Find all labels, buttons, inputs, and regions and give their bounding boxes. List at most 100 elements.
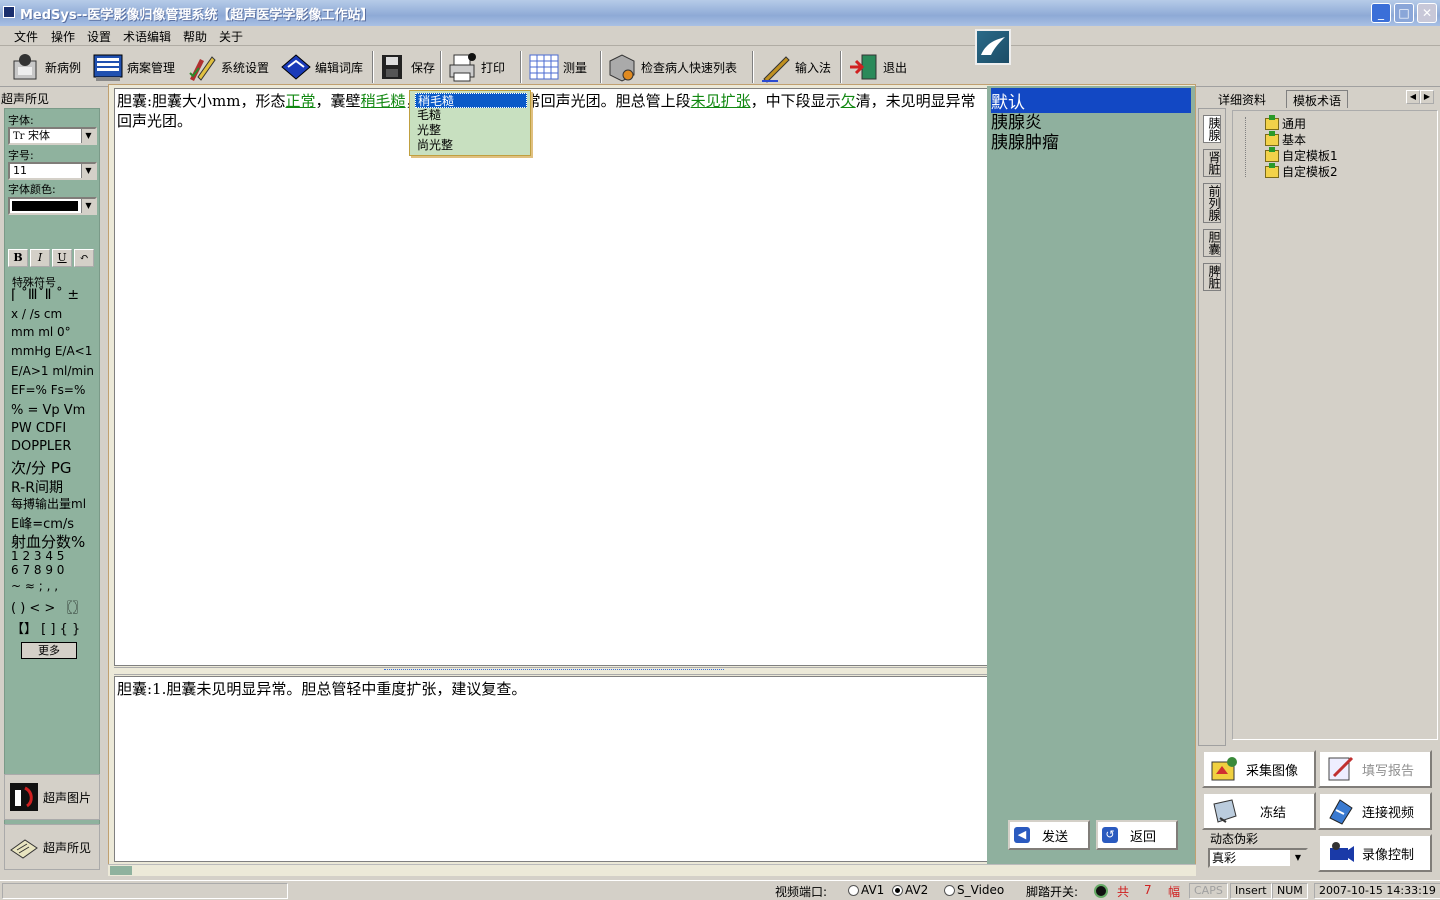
- freeze-button[interactable]: 冻结: [1202, 792, 1316, 830]
- send-button[interactable]: ◀ 发送: [1008, 820, 1090, 850]
- maximize-button[interactable]: □: [1394, 3, 1414, 23]
- radio-av1[interactable]: AV1: [848, 883, 884, 897]
- new-case-button[interactable]: 新病例: [10, 49, 81, 85]
- popup-option[interactable]: 稍毛糙: [415, 93, 527, 108]
- symbol-row[interactable]: 1 2 3 4 5: [11, 549, 64, 563]
- horizontal-scrollbar[interactable]: [108, 864, 1196, 876]
- symbol-row[interactable]: 6 7 8 9 0: [11, 563, 64, 577]
- symbol-row[interactable]: x / /s cm: [11, 307, 62, 321]
- symbol-row[interactable]: EF=% Fs=%: [11, 383, 85, 397]
- symbol-row[interactable]: mm ml 0°: [11, 325, 71, 339]
- menu-term-edit[interactable]: 术语编辑: [121, 28, 173, 45]
- popup-option[interactable]: 尚光整: [415, 138, 527, 153]
- nav-ultrasound-findings[interactable]: 超声所见: [4, 824, 100, 870]
- tab-details[interactable]: 详细资料: [1212, 90, 1272, 108]
- pedal-label: 脚踏开关:: [1026, 885, 1079, 899]
- term-keyword[interactable]: 未见扩张: [691, 92, 751, 110]
- tree-item[interactable]: 自定模板2: [1265, 162, 1338, 180]
- term-keyword[interactable]: 欠: [841, 92, 856, 110]
- symbol-row[interactable]: E/A>1 ml/min: [11, 364, 94, 378]
- dictionary-button[interactable]: 编辑词库: [280, 49, 363, 85]
- radio-av2[interactable]: AV2: [892, 883, 928, 897]
- tree-label: 自定模板1: [1282, 149, 1338, 163]
- symbol-row[interactable]: 次/分 PG: [11, 457, 72, 478]
- print-button[interactable]: 打印: [446, 49, 505, 85]
- menu-file[interactable]: 文件: [12, 28, 40, 45]
- editor-splitter[interactable]: [114, 667, 988, 675]
- menu-about[interactable]: 关于: [217, 28, 245, 45]
- exit-button[interactable]: 退出: [848, 49, 907, 85]
- tab-prostate[interactable]: 前列腺: [1203, 183, 1221, 223]
- tab-template-terms[interactable]: 模板术语: [1286, 90, 1349, 108]
- underline-button[interactable]: U: [52, 249, 72, 267]
- symbol-row[interactable]: mmHg E/A<1: [11, 344, 92, 358]
- app-logo: [975, 29, 1011, 65]
- patient-list-button[interactable]: 检查病人快速列表: [606, 49, 737, 85]
- italic-button[interactable]: I: [30, 249, 50, 267]
- tab-scroll-right-icon[interactable]: ▶: [1420, 90, 1434, 104]
- app-icon[interactable]: [3, 6, 15, 18]
- symbol-row[interactable]: % = Vp Vm: [11, 403, 85, 418]
- save-button[interactable]: 保存: [376, 49, 435, 85]
- report-label: 填写报告: [1362, 763, 1415, 779]
- size-select[interactable]: 11 ▼: [8, 162, 97, 180]
- font-select[interactable]: Tr 宋体 ▼: [8, 127, 97, 145]
- term-keyword[interactable]: 稍毛糙: [361, 92, 406, 110]
- symbol-row[interactable]: 【】 [ ] { }: [11, 618, 80, 637]
- back-button[interactable]: ↺ 返回: [1096, 820, 1178, 850]
- more-symbols-button[interactable]: 更多: [21, 642, 77, 659]
- tab-scroll-left-icon[interactable]: ◀: [1406, 90, 1420, 104]
- findings-editor[interactable]: 胆囊:胆囊大小mm，形态正常，囊壁稍毛糙，囊内未见明显异常回声光团。胆总管上段未…: [114, 88, 988, 666]
- freeze-icon: [1213, 799, 1237, 823]
- close-button[interactable]: ✕: [1417, 3, 1437, 23]
- tab-gallbladder[interactable]: 胆囊: [1203, 229, 1221, 257]
- radio-svideo[interactable]: S_Video: [944, 883, 1004, 897]
- color-select[interactable]: ▼: [8, 197, 97, 215]
- findings-segment: ，中下段显示: [750, 92, 841, 110]
- symbol-row[interactable]: DOPPLER: [11, 439, 71, 454]
- measure-button[interactable]: 测量: [528, 49, 587, 85]
- organ-tabs: 胰腺 肾脏 前列腺 胆囊 脾脏: [1198, 108, 1226, 746]
- findings-text[interactable]: 胆囊:胆囊大小mm，形态正常，囊壁稍毛糙，囊内未见明显异常回声光团。胆总管上段未…: [117, 91, 977, 131]
- tab-pancreas[interactable]: 胰腺: [1203, 115, 1221, 143]
- capture-image-button[interactable]: 采集图像: [1202, 750, 1316, 788]
- scroll-thumb[interactable]: [110, 866, 132, 875]
- menu-help[interactable]: 帮助: [181, 28, 209, 45]
- record-control-button[interactable]: 录像控制: [1318, 834, 1432, 872]
- symbol-row[interactable]: E峰=cm/s: [11, 513, 74, 532]
- term-keyword[interactable]: 正常: [286, 92, 316, 110]
- tab-kidney[interactable]: 肾脏: [1203, 149, 1221, 177]
- records-button[interactable]: 病案管理: [92, 49, 175, 85]
- ime-button[interactable]: 输入法: [760, 49, 831, 85]
- conclusion-editor[interactable]: 胆囊:1.胆囊未见明显异常。胆总管轻中重度扩张，建议复查。: [114, 676, 988, 862]
- popup-option[interactable]: 光整: [415, 123, 527, 138]
- symbol-row[interactable]: ⌈ ˚ⅢˇⅡ ˚ ±: [11, 287, 79, 303]
- undo-button[interactable]: ↶: [74, 249, 94, 267]
- connect-video-button[interactable]: 连接视频: [1318, 792, 1432, 830]
- write-report-button[interactable]: 填写报告: [1318, 750, 1432, 788]
- term-item[interactable]: 胰腺肿瘤: [991, 128, 1191, 153]
- title-bar: MedSys--医学影像归像管理系统【超声医学学影像工作站】 _ □ ✕: [0, 0, 1440, 26]
- bold-button[interactable]: B: [8, 249, 28, 267]
- tab-spleen[interactable]: 脾脏: [1203, 263, 1221, 291]
- menu-settings[interactable]: 设置: [85, 28, 113, 45]
- findings-segment: ，囊壁: [315, 92, 361, 110]
- settings-button[interactable]: 系统设置: [186, 49, 269, 85]
- minimize-button[interactable]: _: [1371, 3, 1391, 23]
- term-popup: 稍毛糙 毛糙 光整 尚光整: [409, 90, 531, 156]
- menu-operate[interactable]: 操作: [49, 28, 77, 45]
- symbol-row[interactable]: 每搏输出量ml: [11, 495, 86, 512]
- tree-item[interactable]: 通用: [1265, 114, 1306, 132]
- tree-item[interactable]: 基本: [1265, 130, 1306, 148]
- pedal-indicator-icon[interactable]: [1094, 884, 1108, 898]
- symbol-row[interactable]: R-R间期: [11, 477, 63, 497]
- symbol-row[interactable]: ~ ≈ ; , ,: [11, 579, 58, 593]
- symbol-row[interactable]: PW CDFI: [11, 421, 66, 436]
- font-type-icon: Tr: [13, 131, 25, 142]
- pseudo-color-select[interactable]: 真彩 ▼: [1208, 848, 1308, 868]
- symbol-row[interactable]: ( ) < > 〖〗: [11, 597, 85, 616]
- popup-option[interactable]: 毛糙: [415, 108, 527, 123]
- nav-ultrasound-images[interactable]: 超声图片: [4, 774, 100, 820]
- conclusion-text[interactable]: 胆囊:1.胆囊未见明显异常。胆总管轻中重度扩张，建议复查。: [117, 679, 977, 699]
- tree-item[interactable]: 自定模板1: [1265, 146, 1338, 164]
